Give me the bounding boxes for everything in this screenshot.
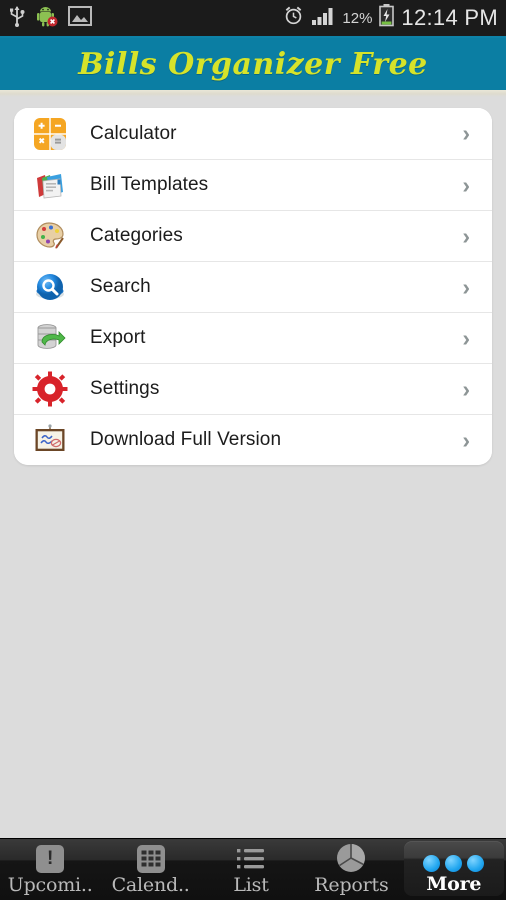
title-bar-shadow: [0, 90, 506, 97]
palette-icon: [24, 214, 76, 258]
chevron-right-icon: ›: [462, 273, 470, 300]
dot: [445, 855, 463, 872]
app-screen: 12% 12:14 PM Bills Organizer Free Calcul…: [0, 0, 506, 900]
tab-reports[interactable]: Reports: [301, 839, 401, 900]
battery-percent-label: 12%: [342, 9, 373, 27]
menu-item-calculator[interactable]: Calculator ›: [14, 108, 492, 159]
menu-item-export[interactable]: Export ›: [14, 312, 492, 363]
chevron-right-icon: ›: [462, 324, 470, 351]
alarm-clock-icon: [283, 5, 304, 31]
gear-icon: [24, 367, 76, 411]
menu-item-label: Search: [90, 276, 151, 297]
exclamation-square-icon: !: [36, 843, 65, 873]
gallery-icon: [68, 5, 92, 31]
signal-bars-icon: [311, 6, 335, 31]
status-clock: 12:14 PM: [401, 5, 498, 30]
tab-label: Upcomi..: [7, 874, 93, 896]
menu-item-search[interactable]: Search ›: [14, 261, 492, 312]
chevron-right-icon: ›: [462, 171, 470, 198]
menu-item-download-full-version[interactable]: Download Full Version ›: [14, 414, 492, 465]
chevron-right-icon: ›: [462, 426, 470, 453]
app-title-bar: Bills Organizer Free: [0, 38, 506, 90]
tab-upcoming[interactable]: ! Upcomi..: [0, 839, 100, 900]
status-left-icons: [8, 4, 92, 33]
tab-label: Calend..: [111, 874, 190, 896]
app-title: Bills Organizer Free: [78, 46, 428, 82]
chevron-right-icon: ›: [462, 222, 470, 249]
tab-label: List: [233, 874, 269, 896]
bottom-tab-bar: ! Upcomi.. Calend.. List Reports More: [0, 838, 506, 900]
menu-item-label: Bill Templates: [90, 174, 209, 195]
bullet-list-icon: [236, 843, 266, 873]
search-magnifier-icon: [24, 265, 76, 309]
database-export-icon: [24, 316, 76, 360]
tab-label: Reports: [314, 874, 389, 896]
calculator-icon: [24, 112, 76, 156]
dot: [423, 855, 441, 872]
templates-folders-icon: [24, 163, 76, 207]
menu-item-bill-templates[interactable]: Bill Templates ›: [14, 159, 492, 210]
tab-calendar[interactable]: Calend..: [100, 839, 200, 900]
menu-item-label: Calculator: [90, 122, 177, 144]
pie-chart-icon: [336, 843, 366, 873]
battery-charging-icon: [379, 4, 395, 32]
certificate-frame-icon: [24, 418, 76, 462]
menu-item-label: Settings: [90, 378, 160, 399]
chevron-right-icon: ›: [462, 375, 470, 402]
dot: [467, 855, 485, 872]
menu-item-label: Export: [90, 327, 146, 348]
tab-label: More: [426, 873, 482, 895]
chevron-right-icon: ›: [462, 120, 470, 146]
android-robot-icon: [35, 4, 59, 33]
menu-card: Calculator › Bill Templates › Categories…: [14, 108, 492, 465]
usb-icon: [8, 5, 26, 32]
tab-list[interactable]: List: [201, 839, 301, 900]
status-right-icons: 12% 12:14 PM: [283, 4, 498, 32]
status-bar: 12% 12:14 PM: [0, 0, 506, 36]
tab-more[interactable]: More: [403, 841, 505, 896]
menu-item-categories[interactable]: Categories ›: [14, 210, 492, 261]
three-dots-icon: [423, 842, 485, 872]
calendar-grid-icon: [136, 843, 165, 873]
menu-item-label: Categories: [90, 225, 183, 246]
menu-item-label: Download Full Version: [90, 429, 282, 450]
menu-item-settings[interactable]: Settings ›: [14, 363, 492, 414]
